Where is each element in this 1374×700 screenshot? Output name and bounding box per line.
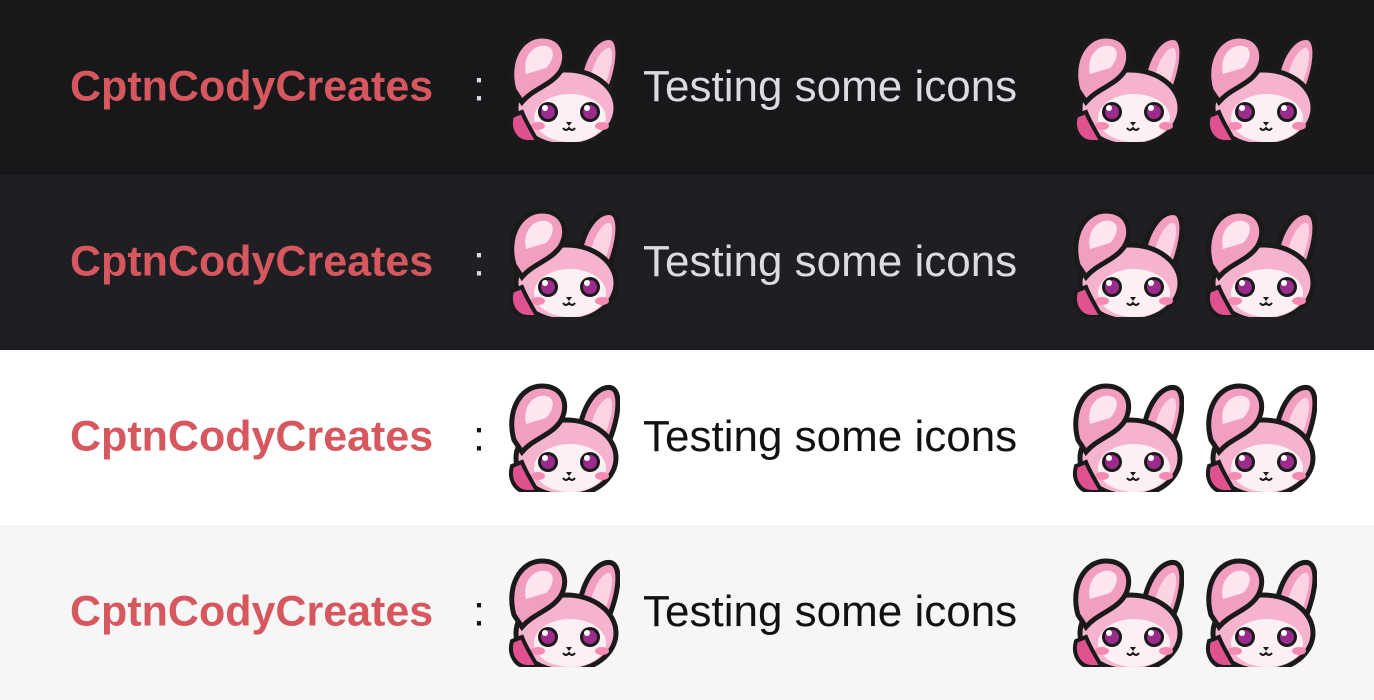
username[interactable]: CptnCodyCreates	[70, 65, 433, 109]
bunny-salute-emote-icon	[1205, 382, 1317, 492]
separator: :	[473, 62, 485, 111]
bunny-salute-emote-icon	[1205, 207, 1317, 317]
bunny-salute-emote-icon	[508, 32, 620, 142]
chat-line-dark: CptnCodyCreates : Testing some icons	[0, 0, 1374, 175]
username[interactable]: CptnCodyCreates	[70, 240, 433, 284]
username[interactable]: CptnCodyCreates	[70, 590, 433, 634]
separator: :	[473, 587, 485, 636]
bunny-salute-emote-icon	[508, 207, 620, 317]
message-text: Testing some icons	[643, 62, 1018, 111]
bunny-salute-emote-icon	[1205, 32, 1317, 142]
message-text: Testing some icons	[643, 237, 1018, 286]
chat-line-light: CptnCodyCreates : Testing some icons	[0, 350, 1374, 525]
chat-line-light-alt: CptnCodyCreates : Testing some icons	[0, 525, 1374, 700]
separator: :	[473, 237, 485, 286]
bunny-salute-emote-icon	[508, 382, 620, 492]
message-text: Testing some icons	[643, 412, 1018, 461]
bunny-salute-emote-icon	[508, 557, 620, 667]
bunny-salute-emote-icon	[1072, 557, 1184, 667]
username[interactable]: CptnCodyCreates	[70, 415, 433, 459]
bunny-salute-emote-icon	[1205, 557, 1317, 667]
bunny-salute-emote-icon	[1072, 32, 1184, 142]
bunny-salute-emote-icon	[1072, 207, 1184, 317]
chat-line-dark-alt: CptnCodyCreates : Testing some icons	[0, 175, 1374, 350]
bunny-salute-emote-icon	[1072, 382, 1184, 492]
separator: :	[473, 412, 485, 461]
message-text: Testing some icons	[643, 587, 1018, 636]
